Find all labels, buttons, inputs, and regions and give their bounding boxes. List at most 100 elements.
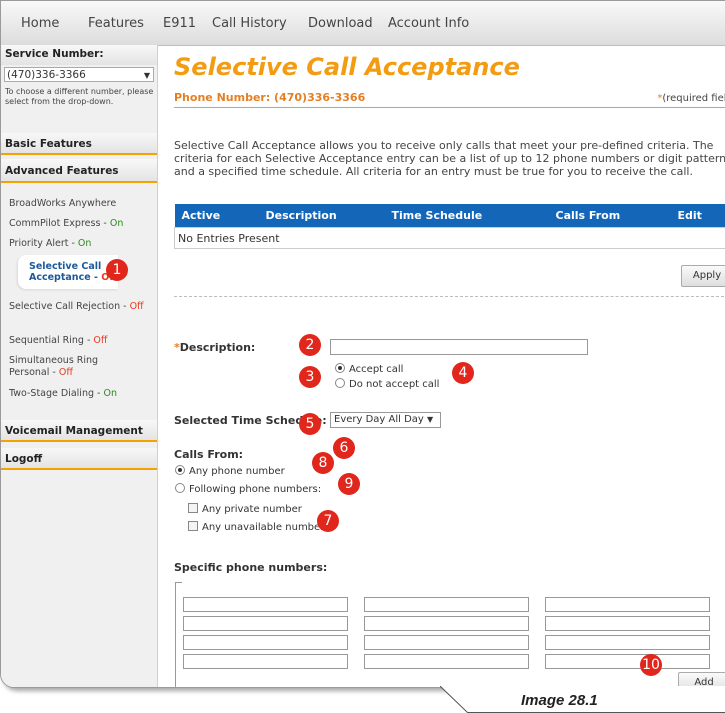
main-content: Selective Call Acceptance Phone Number: …	[158, 45, 725, 687]
sidebar-item-priority-alert[interactable]: Priority Alert - On	[9, 238, 91, 250]
description-label: *Description:	[174, 341, 255, 354]
nav-e911[interactable]: E911	[163, 16, 196, 31]
status-off: Off	[58, 367, 73, 378]
sidebar-logoff[interactable]: Logoff	[1, 448, 157, 470]
phone-input-9[interactable]	[545, 597, 710, 612]
service-number-heading: Service Number:	[1, 45, 157, 65]
time-schedule-value: Every Day All Day	[334, 414, 424, 425]
radio-selected[interactable]	[335, 363, 345, 373]
sidebar-item-selective-call-acceptance[interactable]: Selective Call Acceptance - Off	[18, 255, 118, 289]
phone-input-5[interactable]	[364, 597, 529, 612]
table-row: No Entries Present	[174, 227, 725, 249]
status-on: On	[109, 218, 124, 229]
sidebar-advanced-features[interactable]: Advanced Features	[1, 159, 157, 183]
sidebar-item-label: CommPilot Express -	[9, 218, 110, 229]
required-text: (required fields)	[662, 93, 725, 104]
sidebar-item-label: Sequential Ring -	[9, 335, 94, 346]
phone-input-7[interactable]	[364, 635, 529, 650]
sidebar-item-label: Priority Alert -	[9, 238, 78, 249]
nav-call-history[interactable]: Call History	[212, 16, 287, 31]
sidebar-item-commpilot-express[interactable]: CommPilot Express - On	[9, 218, 123, 230]
phone-input-2[interactable]	[183, 616, 348, 631]
chevron-down-icon: ▼	[427, 415, 434, 424]
phone-input-10[interactable]	[545, 616, 710, 631]
title-divider	[174, 107, 725, 108]
callout-9: 9	[338, 473, 360, 495]
any-private-number-option[interactable]: Any private number	[188, 503, 302, 515]
radio-unselected[interactable]	[175, 483, 185, 493]
sidebar-item-sequential-ring[interactable]: Sequential Ring - Off	[9, 335, 107, 347]
apply-button[interactable]: Apply	[681, 265, 725, 287]
time-schedule-select[interactable]: Every Day All Day ▼	[330, 412, 441, 428]
sidebar-item-label: Selective Call Acceptance -	[29, 261, 102, 283]
nav-download[interactable]: Download	[308, 16, 373, 31]
top-nav: Home Features E911 Call History Download…	[1, 1, 725, 46]
callout-7: 7	[317, 510, 339, 532]
phone-input-11[interactable]	[545, 635, 710, 650]
column-edit: Edit	[670, 204, 725, 228]
checkbox[interactable]	[188, 503, 198, 513]
following-phone-numbers-label: Following phone numbers:	[189, 484, 322, 495]
form-divider	[174, 296, 725, 297]
sidebar-item-simultaneous-ring[interactable]: Simultaneous Ring Personal - Off	[9, 355, 129, 379]
nav-features[interactable]: Features	[88, 16, 144, 31]
sidebar-basic-features[interactable]: Basic Features	[1, 133, 157, 155]
phone-input-4[interactable]	[183, 654, 348, 669]
table-header-row: Active Description Time Schedule Calls F…	[174, 204, 725, 228]
do-not-accept-call-option[interactable]: Do not accept call	[335, 378, 439, 390]
do-not-accept-call-label: Do not accept call	[349, 379, 440, 390]
callout-1: 1	[106, 259, 128, 281]
column-description: Description	[258, 204, 385, 228]
callout-10: 10	[640, 654, 662, 676]
required-fields-note: *(required fields)	[657, 93, 725, 104]
sidebar-item-two-stage-dialing[interactable]: Two-Stage Dialing - On	[9, 388, 117, 400]
any-phone-number-label: Any phone number	[189, 466, 285, 477]
callout-8: 8	[312, 452, 334, 474]
sidebar-item-label: Selective Call Rejection -	[9, 301, 130, 312]
service-number-hint: To choose a different number, please sel…	[5, 87, 154, 106]
status-on: On	[77, 238, 92, 249]
service-number-select[interactable]: (470)336-3366 ▼	[4, 67, 154, 82]
phone-input-3[interactable]	[183, 635, 348, 650]
phone-input-6[interactable]	[364, 616, 529, 631]
column-time-schedule: Time Schedule	[384, 204, 549, 228]
sidebar-item-label: Simultaneous Ring Personal -	[9, 355, 99, 378]
callout-5: 5	[299, 413, 321, 435]
any-private-number-label: Any private number	[202, 504, 302, 515]
phone-input-1[interactable]	[183, 597, 348, 612]
callout-2: 2	[299, 334, 321, 356]
radio-unselected[interactable]	[335, 378, 345, 388]
sidebar-item-broadworks-anywhere[interactable]: BroadWorks Anywhere	[9, 198, 116, 210]
description-input[interactable]	[330, 339, 588, 355]
chevron-down-icon: ▼	[143, 71, 150, 80]
accept-call-option[interactable]: Accept call	[335, 363, 403, 375]
feature-description: Selective Call Acceptance allows you to …	[174, 139, 725, 178]
any-phone-number-option[interactable]: Any phone number	[175, 465, 285, 477]
status-on: On	[103, 388, 117, 399]
sidebar-voicemail-management[interactable]: Voicemail Management	[1, 420, 157, 442]
status-off: Off	[129, 301, 144, 312]
entries-table: Active Description Time Schedule Calls F…	[174, 204, 725, 249]
phone-input-8[interactable]	[364, 654, 529, 669]
app-window: Home Features E911 Call History Download…	[0, 0, 725, 688]
checkbox[interactable]	[188, 521, 198, 531]
service-number-value: (470)336-3366	[7, 69, 86, 81]
sidebar-item-selective-call-rejection[interactable]: Selective Call Rejection - Off	[9, 301, 149, 313]
any-unavailable-number-option[interactable]: Any unavailable number	[188, 521, 324, 533]
specific-phone-numbers-label: Specific phone numbers:	[174, 561, 328, 574]
accept-call-label: Accept call	[349, 364, 404, 375]
empty-table-message: No Entries Present	[174, 227, 725, 249]
nav-home[interactable]: Home	[21, 16, 59, 31]
nav-account-info[interactable]: Account Info	[388, 16, 469, 31]
following-phone-numbers-option[interactable]: Following phone numbers:	[175, 483, 321, 495]
calls-from-label: Calls From:	[174, 448, 244, 461]
sidebar-item-label: BroadWorks Anywhere	[9, 198, 117, 209]
column-calls-from: Calls From	[548, 204, 671, 228]
phone-input-12[interactable]	[545, 654, 710, 669]
description-label-text: Description:	[179, 341, 256, 354]
radio-selected[interactable]	[175, 465, 185, 475]
phone-grid-bracket	[175, 582, 182, 687]
page-title: Selective Call Acceptance	[174, 53, 520, 81]
sidebar-item-label: Two-Stage Dialing -	[9, 388, 104, 399]
sidebar: Service Number: (470)336-3366 ▼ To choos…	[1, 45, 158, 687]
